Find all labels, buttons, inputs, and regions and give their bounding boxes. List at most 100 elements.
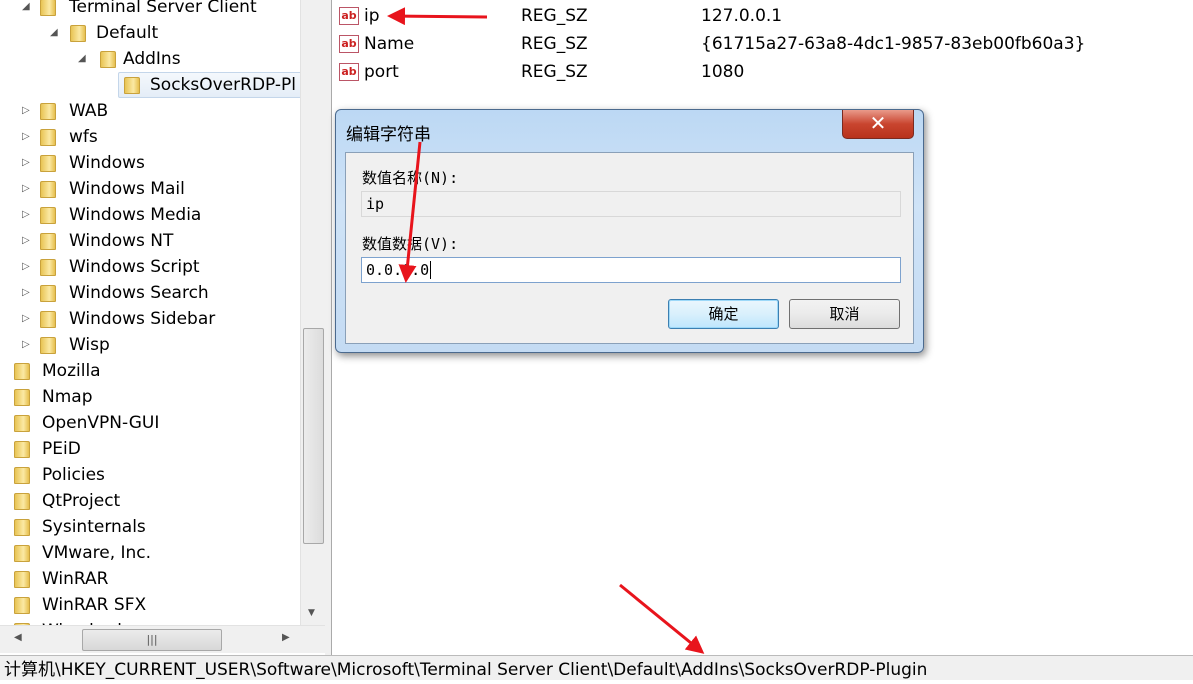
tree-item-label: wfs — [69, 127, 98, 147]
string-value-icon: ab — [339, 35, 359, 53]
value-data-input[interactable]: 0.0.0.0 — [361, 257, 901, 283]
tree-item[interactable]: ◢ AddIns — [0, 46, 300, 72]
folder-icon — [124, 77, 140, 94]
folder-icon — [14, 389, 30, 406]
folder-icon — [40, 233, 56, 250]
tree-item[interactable]: ▷ Windows Sidebar — [0, 306, 300, 332]
tree-item[interactable]: OpenVPN-GUI — [0, 410, 300, 436]
dialog-title: 编辑字符串 — [346, 125, 431, 145]
tree-item-label: Windows Search — [69, 283, 209, 303]
string-value-icon: ab — [339, 7, 359, 25]
ok-button[interactable]: 确定 — [668, 299, 779, 329]
tree-item[interactable]: WinRAR SFX — [0, 592, 300, 618]
edit-string-dialog: 编辑字符串 ✕ 数值名称(N): ip 数值数据(V): 0.0.0.0 确定 … — [335, 109, 924, 353]
dialog-body: 数值名称(N): ip 数值数据(V): 0.0.0.0 确定 取消 — [345, 152, 914, 344]
tree-item[interactable]: ▷ Windows Mail — [0, 176, 300, 202]
tree-item-label: Default — [96, 23, 159, 43]
tree-item[interactable]: SocksOverRDP-Pl — [0, 72, 300, 98]
pane-splitter[interactable] — [325, 0, 332, 655]
expand-arrow-icon[interactable]: ▷ — [22, 280, 30, 306]
folder-icon — [100, 51, 116, 68]
folder-icon — [14, 415, 30, 432]
value-data: 127.0.0.1 — [701, 6, 783, 26]
tree-item[interactable]: ◢ Terminal Server Client — [0, 0, 300, 20]
tree-item-label: Windows NT — [69, 231, 174, 251]
tree-item[interactable]: ▷ WAB — [0, 98, 300, 124]
scroll-down-icon[interactable]: ▼ — [308, 608, 315, 618]
scroll-thumb[interactable] — [303, 328, 324, 544]
expand-arrow-icon[interactable]: ▷ — [22, 332, 30, 358]
value-row[interactable]: ab Name REG_SZ {61715a27-63a8-4dc1-9857-… — [333, 30, 1193, 58]
tree-item[interactable]: Nmap — [0, 384, 300, 410]
scroll-right-icon[interactable]: ▶ — [282, 632, 290, 643]
tree-item-label: SocksOverRDP-Pl — [150, 75, 297, 95]
collapse-arrow-icon[interactable]: ◢ — [78, 46, 86, 72]
expand-arrow-icon[interactable]: ▷ — [22, 150, 30, 176]
close-button[interactable]: ✕ — [842, 110, 914, 139]
tree-item[interactable]: Wireshark — [0, 618, 300, 625]
folder-icon — [14, 441, 30, 458]
tree-item-label: Policies — [42, 465, 105, 485]
expand-arrow-icon[interactable]: ▷ — [22, 124, 30, 150]
tree-item[interactable]: ▷ Windows — [0, 150, 300, 176]
tree-item-label: Wireshark — [42, 618, 127, 625]
expand-arrow-icon[interactable]: ▷ — [22, 202, 30, 228]
value-row[interactable]: ab port REG_SZ 1080 — [333, 58, 1193, 86]
tree-item-label: Wisp — [69, 335, 110, 355]
value-type: REG_SZ — [521, 62, 588, 82]
collapse-arrow-icon[interactable]: ◢ — [50, 20, 58, 46]
tree-item-label: Terminal Server Client — [69, 0, 257, 17]
folder-icon — [40, 155, 56, 172]
value-row[interactable]: ab ip REG_SZ 127.0.0.1 — [333, 2, 1193, 30]
tree-item[interactable]: WinRAR — [0, 566, 300, 592]
tree-item[interactable]: Sysinternals — [0, 514, 300, 540]
tree-item-label: Sysinternals — [42, 517, 146, 537]
folder-icon — [40, 311, 56, 328]
tree-item[interactable]: ▷ Windows Search — [0, 280, 300, 306]
expand-arrow-icon[interactable]: ▷ — [22, 98, 30, 124]
tree-vertical-scrollbar[interactable]: ▼ — [300, 0, 325, 625]
scroll-thumb[interactable]: ||| — [82, 629, 222, 651]
tree-item-label: Mozilla — [42, 361, 101, 381]
folder-icon — [40, 103, 56, 120]
tree-item[interactable]: ▷ Windows Script — [0, 254, 300, 280]
tree-item-label: Windows Sidebar — [69, 309, 216, 329]
expand-arrow-icon[interactable]: ▷ — [22, 306, 30, 332]
folder-icon — [70, 25, 86, 42]
folder-icon — [40, 337, 56, 354]
tree-item[interactable]: VMware, Inc. — [0, 540, 300, 566]
tree-item[interactable]: QtProject — [0, 488, 300, 514]
tree-item-label: Windows — [69, 153, 145, 173]
tree-item[interactable]: ▷ Windows Media — [0, 202, 300, 228]
tree-item-label: WinRAR SFX — [42, 595, 147, 615]
folder-icon — [40, 181, 56, 198]
tree-item[interactable]: Mozilla — [0, 358, 300, 384]
cancel-button[interactable]: 取消 — [789, 299, 900, 329]
folder-icon — [40, 285, 56, 302]
tree-item-label: WinRAR — [42, 569, 109, 589]
folder-icon — [40, 207, 56, 224]
collapse-arrow-icon[interactable]: ◢ — [22, 0, 30, 20]
scroll-left-icon[interactable]: ◀ — [14, 632, 22, 643]
folder-icon — [14, 493, 30, 510]
tree-item[interactable]: Policies — [0, 462, 300, 488]
expand-arrow-icon[interactable]: ▷ — [22, 228, 30, 254]
text-cursor — [430, 261, 432, 279]
registry-tree[interactable]: ◢ Terminal Server Client ◢ Default ◢ AddIns So… — [0, 0, 300, 625]
tree-item[interactable]: PEiD — [0, 436, 300, 462]
expand-arrow-icon[interactable]: ▷ — [22, 176, 30, 202]
value-type: REG_SZ — [521, 6, 588, 26]
tree-item[interactable]: ▷ Wisp — [0, 332, 300, 358]
tree-item-label: Windows Script — [69, 257, 200, 277]
tree-item[interactable]: ▷ wfs — [0, 124, 300, 150]
folder-icon — [14, 571, 30, 588]
value-data: {61715a27-63a8-4dc1-9857-83eb00fb60a3} — [701, 34, 1086, 54]
tree-item[interactable]: ▷ Windows NT — [0, 228, 300, 254]
expand-arrow-icon[interactable]: ▷ — [22, 254, 30, 280]
tree-item-label: OpenVPN-GUI — [42, 413, 160, 433]
tree-horizontal-scrollbar[interactable]: ◀ ||| ▶ — [0, 625, 325, 653]
tree-item[interactable]: ◢ Default — [0, 20, 300, 46]
value-name-field: ip — [361, 191, 901, 217]
folder-icon — [14, 545, 30, 562]
tree-item-label: Nmap — [42, 387, 93, 407]
